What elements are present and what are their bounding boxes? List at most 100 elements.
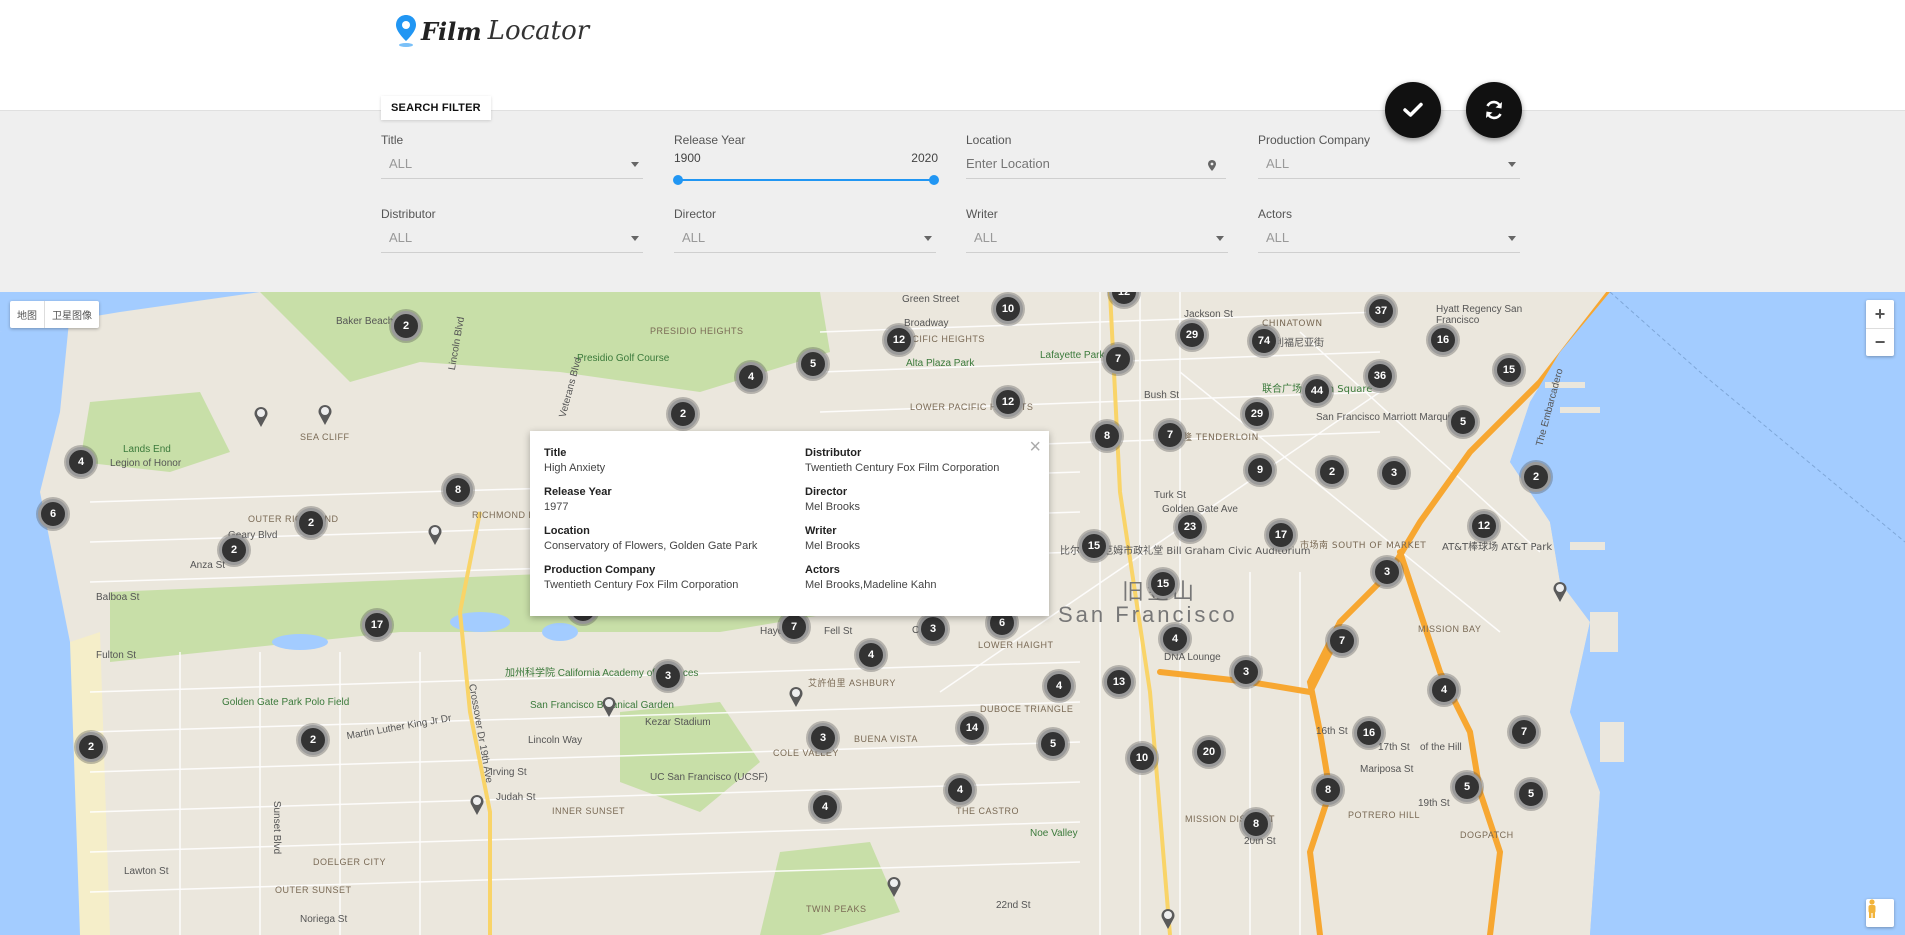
map-canvas[interactable]: Baker Beach Lincoln Blvd Veterans Blvd P… <box>0 292 1905 935</box>
map-cluster[interactable]: 10 <box>1127 743 1157 773</box>
map-marker-icon[interactable] <box>886 876 902 898</box>
map-cluster[interactable]: 29 <box>1177 320 1207 350</box>
map-type-satellite-button[interactable]: 卫星图像 <box>44 301 99 328</box>
map-pin-icon <box>396 15 416 47</box>
map-label: Fell St <box>824 626 853 637</box>
actors-select[interactable]: ALL <box>1258 223 1520 253</box>
map-cluster[interactable]: 15 <box>1079 531 1109 561</box>
map-cluster[interactable]: 5 <box>1516 779 1546 809</box>
map-marker-icon[interactable] <box>788 686 804 708</box>
map-cluster[interactable]: 74 <box>1249 326 1279 356</box>
map-marker-icon[interactable] <box>1160 908 1176 930</box>
map-cluster[interactable]: 4 <box>736 362 766 392</box>
map-cluster[interactable]: 7 <box>779 612 809 642</box>
map-cluster[interactable]: 17 <box>1266 520 1296 550</box>
map-cluster[interactable]: 3 <box>1231 657 1261 687</box>
info-writer-key: Writer <box>805 525 837 537</box>
map-cluster[interactable]: 2 <box>668 399 698 429</box>
map-cluster[interactable]: 8 <box>1241 809 1271 839</box>
map-cluster[interactable]: 7 <box>1327 626 1357 656</box>
map-cluster[interactable]: 8 <box>443 475 473 505</box>
map-label: Baker Beach <box>336 316 394 327</box>
chevron-down-icon <box>631 162 639 167</box>
app-logo[interactable]: Film Locator <box>395 14 589 48</box>
map-cluster[interactable]: 16 <box>1428 325 1458 355</box>
map-marker-icon[interactable] <box>601 696 617 718</box>
map-cluster[interactable]: 5 <box>1448 407 1478 437</box>
map-cluster[interactable]: 36 <box>1365 361 1395 391</box>
map-cluster[interactable]: 3 <box>653 661 683 691</box>
map-cluster[interactable]: 5 <box>1452 772 1482 802</box>
map-cluster[interactable]: 4 <box>810 792 840 822</box>
release-year-max-handle[interactable] <box>929 175 939 185</box>
street-view-pegman-icon[interactable] <box>1866 899 1894 927</box>
map-cluster[interactable]: 16 <box>1354 718 1384 748</box>
map-label: Jackson St <box>1184 309 1233 320</box>
map-cluster[interactable]: 2 <box>219 535 249 565</box>
search-filter-tab[interactable]: SEARCH FILTER <box>381 96 491 120</box>
map-cluster[interactable]: 12 <box>993 387 1023 417</box>
map-cluster[interactable]: 9 <box>1245 455 1275 485</box>
map-cluster[interactable]: 2 <box>76 732 106 762</box>
map-cluster[interactable]: 3 <box>808 723 838 753</box>
writer-select[interactable]: ALL <box>966 223 1228 253</box>
map-cluster[interactable]: 4 <box>66 447 96 477</box>
map-cluster[interactable]: 5 <box>1038 729 1068 759</box>
map-cluster[interactable]: 7 <box>1155 420 1185 450</box>
map-cluster[interactable]: 37 <box>1366 296 1396 326</box>
map-cluster[interactable]: 4 <box>856 640 886 670</box>
title-filter: Title ALL <box>381 133 643 179</box>
map-cluster[interactable]: 8 <box>1092 421 1122 451</box>
release-year-slider[interactable] <box>673 175 939 185</box>
map-cluster[interactable]: 20 <box>1194 737 1224 767</box>
map-cluster[interactable]: 4 <box>1044 671 1074 701</box>
map-marker-icon[interactable] <box>317 404 333 426</box>
zoom-out-button[interactable]: − <box>1866 328 1894 356</box>
map-type-map-button[interactable]: 地图 <box>10 301 44 328</box>
map-cluster[interactable]: 44 <box>1302 376 1332 406</box>
distributor-select[interactable]: ALL <box>381 223 643 253</box>
map-marker-icon[interactable] <box>469 794 485 816</box>
map-cluster[interactable]: 7 <box>1509 717 1539 747</box>
map-cluster[interactable]: 2 <box>296 508 326 538</box>
map-cluster[interactable]: 6 <box>38 499 68 529</box>
map-cluster[interactable]: 5 <box>798 349 828 379</box>
map-cluster[interactable]: 14 <box>957 713 987 743</box>
map-cluster[interactable]: 2 <box>298 725 328 755</box>
refresh-button[interactable] <box>1466 82 1522 138</box>
production-company-select[interactable]: ALL <box>1258 149 1520 179</box>
map-cluster[interactable]: 3 <box>1379 458 1409 488</box>
writer-value: ALL <box>974 230 998 245</box>
map-cluster[interactable]: 17 <box>362 610 392 640</box>
map-cluster[interactable]: 4 <box>1429 675 1459 705</box>
map-cluster[interactable]: 23 <box>1175 512 1205 542</box>
title-select[interactable]: ALL <box>381 149 643 179</box>
map-cluster[interactable]: 2 <box>391 311 421 341</box>
map-cluster[interactable]: 3 <box>918 614 948 644</box>
map-cluster[interactable]: 7 <box>1103 344 1133 374</box>
map-cluster[interactable]: 2 <box>1317 457 1347 487</box>
map-cluster[interactable]: 29 <box>1242 399 1272 429</box>
map-cluster[interactable]: 10 <box>993 294 1023 324</box>
map-marker-icon[interactable] <box>1552 581 1568 603</box>
map-cluster[interactable]: 4 <box>1160 624 1190 654</box>
map-marker-icon[interactable] <box>253 406 269 428</box>
location-input[interactable] <box>966 149 1226 179</box>
map-cluster[interactable]: 3 <box>1372 557 1402 587</box>
director-select[interactable]: ALL <box>674 223 936 253</box>
map-cluster[interactable]: 2 <box>1521 462 1551 492</box>
map-marker-icon[interactable] <box>427 524 443 546</box>
map-cluster[interactable]: 12 <box>884 325 914 355</box>
map-cluster[interactable]: 8 <box>1313 775 1343 805</box>
map-cluster[interactable]: 13 <box>1104 667 1134 697</box>
map-label: DOGPATCH <box>1460 830 1514 840</box>
info-writer-value: Mel Brooks <box>805 540 861 552</box>
map-cluster[interactable]: 15 <box>1148 569 1178 599</box>
map-cluster[interactable]: 15 <box>1494 355 1524 385</box>
map-label: Presidio Golf Course <box>577 353 670 364</box>
release-year-min-handle[interactable] <box>673 175 683 185</box>
apply-filter-button[interactable] <box>1385 82 1441 138</box>
map-cluster[interactable]: 12 <box>1469 511 1499 541</box>
zoom-in-button[interactable]: + <box>1866 300 1894 328</box>
map-cluster[interactable]: 4 <box>945 775 975 805</box>
